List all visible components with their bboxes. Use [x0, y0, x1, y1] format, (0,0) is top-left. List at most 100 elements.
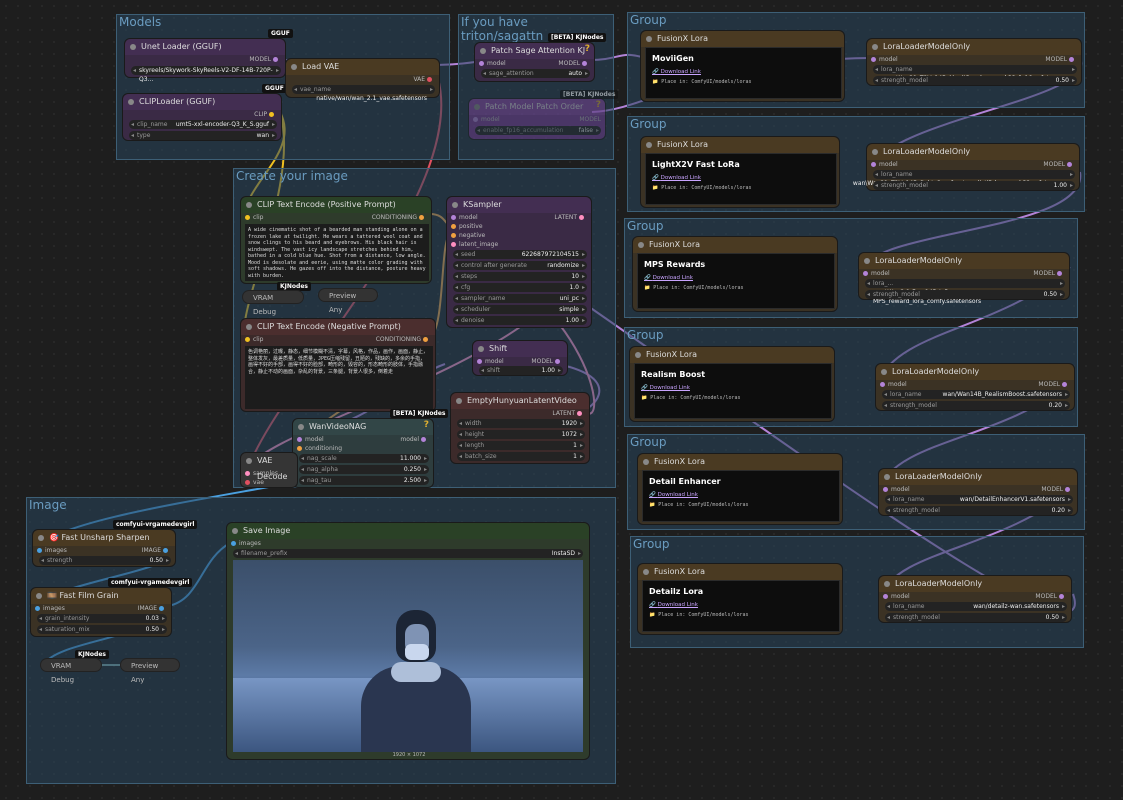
output-slot[interactable]: IMAGE: [138, 605, 167, 612]
lora-name-dropdown[interactable]: lora_nameWan21_T2V_14B_MoviiGen_lora_ran…: [873, 65, 1077, 82]
output-slot[interactable]: CONDITIONING: [376, 336, 431, 343]
output-slot[interactable]: VAE: [413, 76, 435, 83]
strength-model-widget[interactable]: strength_model0.20: [882, 401, 1070, 410]
download-link[interactable]: 🔗 Download Link: [652, 69, 835, 75]
unet-name-dropdown[interactable]: skyreels/Skywork-SkyReels-V2-DF-14B-720P…: [131, 66, 281, 83]
sampler-name-widget[interactable]: sampler_nameuni_pc: [453, 294, 587, 303]
batch-size-widget[interactable]: batch_size1: [457, 452, 585, 461]
ksampler-node[interactable]: KSampler LATENT model positive negative …: [446, 196, 592, 328]
help-icon[interactable]: ?: [585, 44, 590, 54]
fp16-accumulation-toggle[interactable]: enable_fp16_accumulationfalse: [475, 126, 601, 135]
sage-attention-dropdown[interactable]: sage_attentionauto: [481, 69, 590, 78]
cfg-widget[interactable]: cfg1.0: [453, 283, 587, 292]
vram-debug-node[interactable]: VRAM Debug: [40, 658, 102, 684]
lora-loader-model-only-node-2[interactable]: LoraLoaderModelOnly model MODEL lora_nam…: [853, 143, 1080, 191]
lora-loader-model-only-node-1[interactable]: LoraLoaderModelOnly model MODEL lora_nam…: [866, 38, 1082, 86]
input-slot[interactable]: images: [37, 547, 67, 554]
clip-loader-node[interactable]: CLIPLoader (GGUF) CLIP clip_nameumt5-xxl…: [122, 93, 282, 141]
input-slot-samples[interactable]: samples: [245, 470, 278, 477]
lora-loader-model-only-node-6[interactable]: LoraLoaderModelOnly model MODEL lora_nam…: [878, 575, 1072, 623]
lora-name-dropdown[interactable]: lora_namewan\Wan21_T2V_14B_lightx2v_cfg_…: [853, 170, 1075, 187]
input-slot-model[interactable]: model: [451, 214, 478, 221]
download-link[interactable]: 🔗 Download Link: [641, 385, 825, 391]
load-vae-node[interactable]: Load VAE VAE vae_namenative/wan/wan_2.1_…: [285, 58, 440, 102]
fusionx-lora-note-6[interactable]: FusionX Lora Detailz Lora 🔗 Download Lin…: [637, 563, 843, 635]
help-icon[interactable]: ?: [424, 420, 429, 430]
output-image-preview[interactable]: [233, 560, 583, 752]
clip-type-dropdown[interactable]: typewan: [129, 131, 277, 140]
fusionx-lora-note-2[interactable]: FusionX Lora LightX2V Fast LoRa 🔗 Downlo…: [640, 136, 840, 208]
strength-widget[interactable]: strength0.50: [39, 556, 171, 565]
output-slot[interactable]: CLIP: [254, 111, 277, 118]
control-after-generate-widget[interactable]: control after generaterandomize: [453, 261, 587, 270]
input-slot-vae[interactable]: vae: [245, 479, 264, 486]
output-slot[interactable]: MODEL: [531, 358, 563, 365]
input-slot-model[interactable]: model: [297, 436, 324, 443]
output-slot[interactable]: MODEL: [1045, 56, 1077, 63]
saturation-mix-widget[interactable]: saturation_mix0.50: [37, 625, 167, 634]
fusionx-lora-note-1[interactable]: FusionX Lora MoviiGen 🔗 Download Link 📁 …: [640, 30, 845, 102]
empty-hunyuan-latent-video-node[interactable]: EmptyHunyuanLatentVideo LATENT width1920…: [450, 392, 590, 464]
nag-scale-widget[interactable]: nag_scale11.000: [299, 454, 429, 463]
fusionx-lora-note-5[interactable]: FusionX Lora Detail Enhancer 🔗 Download …: [637, 453, 843, 525]
input-slot[interactable]: images: [35, 605, 65, 612]
input-slot[interactable]: model: [479, 60, 506, 67]
clip-name-dropdown[interactable]: clip_nameumt5-xxl-encoder-Q3_K_S.gguf: [129, 120, 277, 129]
output-slot[interactable]: MODEL: [1041, 486, 1073, 493]
output-slot[interactable]: MODEL: [1033, 270, 1065, 277]
shift-widget[interactable]: shift1.00: [479, 366, 563, 375]
unet-loader-node[interactable]: Unet Loader (GGUF) MODEL skyreels/Skywor…: [124, 38, 286, 83]
download-link[interactable]: 🔗 Download Link: [649, 602, 833, 608]
input-slot[interactable]: model: [473, 116, 500, 123]
output-slot[interactable]: MODEL: [1038, 381, 1070, 388]
output-slot[interactable]: MODEL: [1035, 593, 1067, 600]
lora-name-dropdown[interactable]: lora_namewan/Wan14B_RealismBoost.safeten…: [882, 390, 1070, 399]
width-widget[interactable]: width1920: [457, 419, 585, 428]
input-slot-negative[interactable]: negative: [451, 232, 485, 239]
input-slot[interactable]: model: [871, 56, 898, 63]
nag-tau-widget[interactable]: nag_tau2.500: [299, 476, 429, 485]
strength-model-widget[interactable]: strength_model0.20: [885, 506, 1073, 515]
strength-model-widget[interactable]: strength_model1.00: [873, 181, 1075, 190]
input-slot[interactable]: images: [231, 540, 261, 547]
fusionx-lora-note-3[interactable]: FusionX Lora MPS Rewards 🔗 Download Link…: [632, 236, 838, 312]
strength-model-widget[interactable]: strength_model0.50: [873, 76, 1077, 85]
output-slot[interactable]: CONDITIONING: [372, 214, 427, 221]
input-slot[interactable]: model: [863, 270, 890, 277]
fast-unsharp-sharpen-node[interactable]: 🎯 Fast Unsharp Sharpen images IMAGE stre…: [32, 529, 176, 567]
clip-text-encode-positive-node[interactable]: CLIP Text Encode (Positive Prompt) clip …: [240, 196, 432, 284]
shift-node[interactable]: Shift model MODEL shift1.00: [472, 340, 568, 376]
output-slot[interactable]: model: [400, 436, 429, 443]
output-slot[interactable]: MODEL: [1043, 161, 1075, 168]
strength-model-widget[interactable]: strength_model0.50: [885, 613, 1067, 622]
height-widget[interactable]: height1072: [457, 430, 585, 439]
clip-text-encode-negative-node[interactable]: CLIP Text Encode (Negative Prompt) clip …: [240, 318, 436, 412]
preview-any-node[interactable]: Preview Any: [318, 288, 378, 314]
input-slot-latent[interactable]: latent_image: [451, 241, 498, 248]
lora-loader-model-only-node-3[interactable]: LoraLoaderModelOnly model MODEL lora_...…: [858, 252, 1070, 305]
vram-debug-node[interactable]: VRAM Debug: [242, 290, 304, 316]
positive-prompt-textarea[interactable]: A wide cinematic shot of a bearded man s…: [245, 224, 429, 281]
vae-decode-node[interactable]: VAE Decode samples vae: [240, 452, 298, 488]
grain-intensity-widget[interactable]: grain_intensity0.03: [37, 614, 167, 623]
download-link[interactable]: 🔗 Download Link: [649, 492, 833, 498]
output-slot[interactable]: MODEL: [249, 56, 281, 63]
help-icon[interactable]: ?: [596, 100, 601, 110]
lora-name-dropdown[interactable]: lora_namewan/detailz-wan.safetensors: [885, 602, 1067, 611]
lora-name-dropdown[interactable]: lora_namewan/DetailEnhancerV1.safetensor…: [885, 495, 1073, 504]
input-slot[interactable]: model: [880, 381, 907, 388]
input-slot[interactable]: model: [871, 161, 898, 168]
nag-alpha-widget[interactable]: nag_alpha0.250: [299, 465, 429, 474]
wan-video-nag-node[interactable]: WanVideoNAG ? model conditioning model n…: [292, 418, 434, 488]
denoise-widget[interactable]: denoise1.00: [453, 316, 587, 325]
seed-widget[interactable]: seed622687972104515: [453, 250, 587, 259]
negative-prompt-textarea[interactable]: 色调艳丽，过曝，静态，细节模糊不清，字幕，风格，作品，画作，画面，静止，整体发灰…: [245, 346, 433, 409]
lora-loader-model-only-node-4[interactable]: LoraLoaderModelOnly model MODEL lora_nam…: [875, 363, 1075, 411]
lora-name-dropdown[interactable]: lora_...wan\Wan2.1-Fun-14B-InP-MPS_rewar…: [865, 279, 1065, 305]
output-slot[interactable]: IMAGE: [142, 547, 171, 554]
input-slot[interactable]: clip: [245, 214, 263, 221]
input-slot[interactable]: model: [883, 486, 910, 493]
vae-name-dropdown[interactable]: vae_namenative/wan/wan_2.1_vae.safetenso…: [292, 85, 435, 102]
download-link[interactable]: 🔗 Download Link: [652, 175, 830, 181]
length-widget[interactable]: length1: [457, 441, 585, 450]
